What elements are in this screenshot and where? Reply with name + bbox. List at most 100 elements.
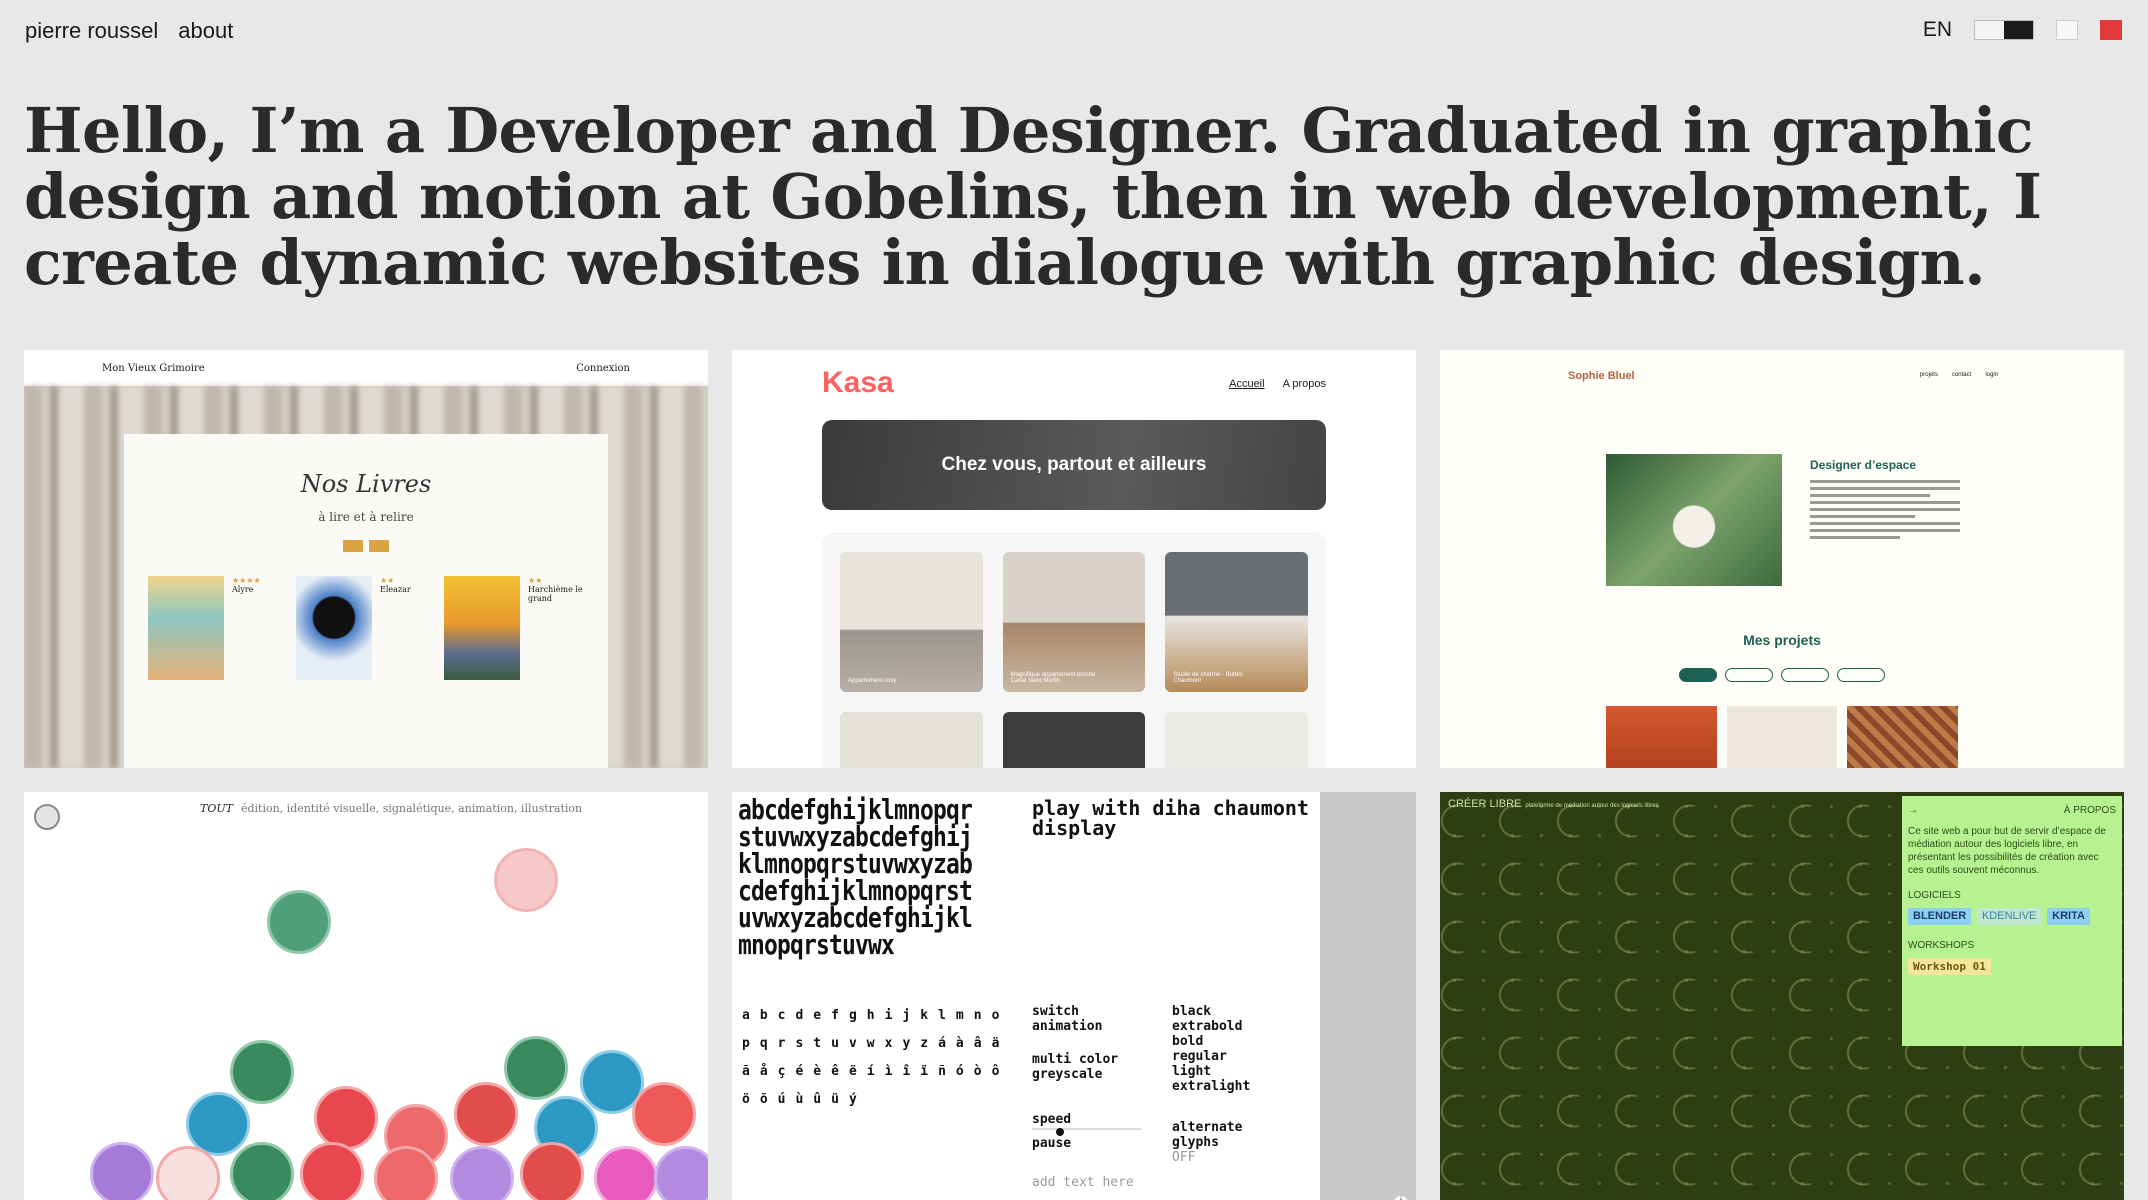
book-cover <box>296 576 372 680</box>
tag-workshop[interactable]: Workshop 01 <box>1908 958 1991 975</box>
alternate-glyphs-option[interactable]: alternate glyphs <box>1172 1120 1252 1150</box>
sophie-projects-title: Mes projets <box>1743 632 1821 648</box>
site-name-link[interactable]: pierre roussel <box>25 18 158 44</box>
grimoire-login: Connexion <box>576 362 630 374</box>
pause-button[interactable]: pause <box>1032 1136 1142 1151</box>
weight-list[interactable]: black extrabold bold regular light extra… <box>1172 1004 1252 1094</box>
tag-krita[interactable]: KRITA <box>2047 908 2090 925</box>
switch-animation-option[interactable]: switch animation <box>1032 1004 1142 1034</box>
category-list: édition, identité visuelle, signalétique… <box>240 802 583 815</box>
light-swatch[interactable] <box>2056 20 2078 40</box>
weight-options: black extrabold bold regular light extra… <box>1172 1004 1252 1165</box>
listing-thumb <box>1002 712 1146 768</box>
language-switch[interactable]: EN <box>1923 18 1952 42</box>
display-controls: EN <box>1923 18 2122 42</box>
illustration-bubble <box>90 1142 154 1200</box>
illustration-bubble <box>314 1086 378 1150</box>
illustration-bubble <box>230 1040 294 1104</box>
book-title: Harchième le grand <box>528 585 583 603</box>
portrait-photo <box>1606 454 1782 586</box>
listing-thumb <box>840 712 983 768</box>
about-panel: → À PROPOS Ce site web a pour but de ser… <box>1902 796 2122 1046</box>
book-cover <box>148 576 224 680</box>
listing-title: Studio de charme - Buttes Chaumont <box>1173 672 1243 684</box>
software-tags: BLENDER KDENLIVE KRITA <box>1908 906 2116 927</box>
sophie-gallery <box>1606 706 1959 768</box>
glyph-grid: abcdefghijklmnopqrstuvwxyzabcdefghijklmn… <box>738 793 973 961</box>
book-title: Eleazar <box>380 585 411 594</box>
tag-blender[interactable]: BLENDER <box>1908 908 1972 925</box>
grimoire-site-name: Mon Vieux Grimoire <box>102 362 205 374</box>
speed-label: speed <box>1032 1112 1072 1127</box>
color-option[interactable]: multi color greyscale <box>1032 1052 1142 1082</box>
book-item: ★★ Eleazar <box>296 576 436 680</box>
illustration-bubble <box>230 1142 294 1200</box>
tag-kdenlive[interactable]: KDENLIVE <box>1976 908 2042 925</box>
grimoire-title: Nos Livres <box>300 470 432 498</box>
illustration-bubble <box>504 1036 568 1100</box>
workshops-heading: WORKSHOPS <box>1908 940 1975 951</box>
specimen-options: switch animation multi color greyscale s… <box>1032 1004 1142 1190</box>
specimen-title: play with diha chaumont display <box>1032 796 1309 840</box>
grimoire-buttons <box>124 540 608 552</box>
sophie-bio <box>1810 480 1960 543</box>
creer-libre-title: CRÉER LIBRE <box>1448 798 1522 810</box>
about-link[interactable]: about <box>178 18 233 44</box>
illustration-bubble <box>450 1146 514 1200</box>
project-grid: Mon Vieux Grimoire Connexion Nos Livres … <box>24 350 2126 1200</box>
category-all: TOUT <box>200 802 233 815</box>
specimen-sheet: abcdefghijklmnopqrstuvwxyzabcdefghijklmn… <box>732 792 1320 1200</box>
listing-thumb: Studio de charme - Buttes Chaumont <box>1165 552 1308 692</box>
sophie-menu-item: contact <box>1951 372 1972 378</box>
illustration-bubble <box>300 1142 364 1200</box>
listing-thumb <box>1165 712 1308 768</box>
grimoire-subtitle: à lire et à relire <box>318 510 414 524</box>
arrow-icon[interactable]: → <box>1908 804 1918 817</box>
alternate-glyphs-state: OFF <box>1172 1150 1196 1165</box>
sophie-filters <box>1440 668 2124 682</box>
about-description: Ce site web a pour but de servir d’espac… <box>1908 826 2106 876</box>
kasa-logo: Kasa <box>822 366 894 399</box>
project-card-kasa[interactable]: Kasa Accueil A propos Chez vous, partout… <box>732 350 1416 768</box>
kasa-nav: Accueil A propos <box>1229 378 1326 390</box>
sophie-menu: projets contact login <box>1920 372 1998 378</box>
listing-title: Appartement cosy <box>848 678 897 684</box>
illustration-bubble <box>494 848 558 912</box>
project-card-typeface[interactable]: abcdefghijklmnopqrstuvwxyzabcdefghijklmn… <box>732 792 1416 1200</box>
kasa-nav-about: A propos <box>1282 378 1326 390</box>
workshop-tags: Workshop 01 <box>1908 956 2116 977</box>
intro-text: Hello, I’m a Developer and Designer. Gra… <box>24 94 2042 299</box>
sophie-menu-item: login <box>1985 372 1998 378</box>
sophie-menu-item: projets <box>1919 372 1938 378</box>
creer-libre-sublabel: plateforme de médiation autour des logic… <box>1525 803 1659 809</box>
project-card-grimoire[interactable]: Mon Vieux Grimoire Connexion Nos Livres … <box>24 350 708 768</box>
kasa-nav-home: Accueil <box>1229 378 1265 390</box>
project-card-creer-libre[interactable]: CRÉER LIBRE plateforme de médiation autou… <box>1440 792 2124 1200</box>
book-item: ★★★★ Alyre <box>148 576 288 680</box>
project-card-sophie-bluel[interactable]: Sophie Bluel projets contact login Desig… <box>1440 350 2124 768</box>
avatar-icon <box>34 804 60 830</box>
theme-toggle[interactable] <box>1974 20 2034 40</box>
alphabet-grid: abcdefghijklmnopqrstuvwxyzáàâäãåçéèêëíìî… <box>742 1008 1010 1107</box>
listing-thumb: Magnifique appartement proche Canal Sain… <box>1002 552 1146 692</box>
grimoire-panel: Nos Livres à lire et à relire ★★★★ Alyre … <box>124 434 608 768</box>
red-swatch[interactable] <box>2100 20 2122 40</box>
illustration-bubble <box>654 1146 708 1200</box>
listing-thumb: Appartement cosy <box>840 552 983 692</box>
info-icon[interactable]: i <box>1394 1196 1408 1200</box>
speed-slider[interactable] <box>1032 1128 1142 1136</box>
about-tab[interactable]: À PROPOS <box>2064 804 2116 817</box>
book-item: ★★ Harchième le grand <box>444 576 584 680</box>
text-input-placeholder[interactable]: add text here <box>1032 1175 1142 1190</box>
illustration-bubble <box>454 1082 518 1146</box>
sophie-brand: Sophie Bluel <box>1568 370 1635 382</box>
grimoire-header: Mon Vieux Grimoire Connexion <box>24 350 708 386</box>
listing-title: Magnifique appartement proche Canal Sain… <box>1010 672 1096 684</box>
book-cover <box>444 576 520 680</box>
illustration-bubble <box>594 1146 658 1200</box>
kasa-banner: Chez vous, partout et ailleurs <box>822 420 1326 510</box>
top-nav: pierre roussel about <box>25 18 233 44</box>
project-card-illustration[interactable]: TOUT édition, identité visuelle, signalét… <box>24 792 708 1200</box>
illustration-bubble <box>520 1142 584 1200</box>
sophie-heading: Designer d’espace <box>1810 458 1917 472</box>
